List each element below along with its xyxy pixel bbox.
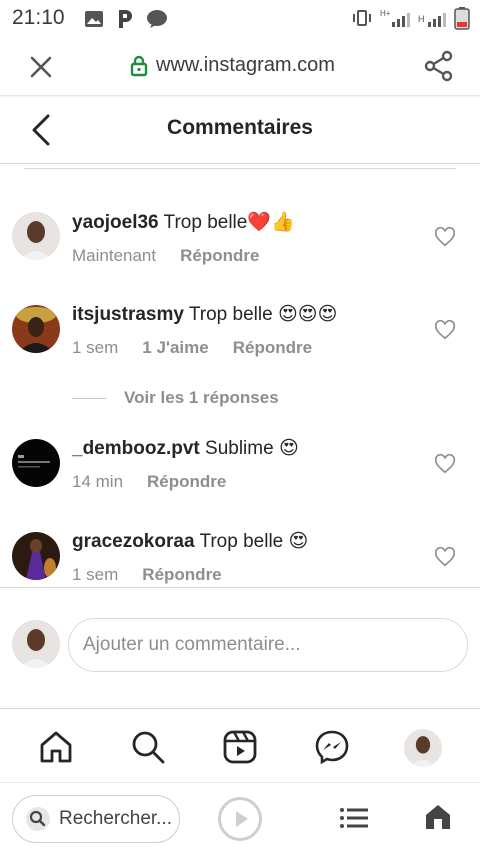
home-icon[interactable] [38,729,74,765]
status-bar: 21:10 H+ H [0,0,480,36]
comment-text: Trop belle 😍 [199,531,309,552]
url-display[interactable]: www.instagram.com [130,54,335,77]
avatar[interactable] [12,532,60,580]
search-icon[interactable] [130,729,166,765]
chat-bubble-icon [147,10,167,28]
comment-input-placeholder: Ajouter un commentaire... [83,634,301,655]
comment-time: 14 min [72,472,124,491]
avatar[interactable] [12,212,60,260]
comment-username[interactable]: _dembooz.pvt [72,438,200,459]
replies-line [72,397,106,399]
composer-divider [0,587,480,588]
comment-text: Sublime 😍 [205,438,299,459]
svg-text:H: H [418,14,425,24]
comment-text: Trop belle 😍😍😍 [188,304,338,325]
search-icon [26,807,50,831]
browser-search-box[interactable]: Rechercher... [12,795,180,843]
comment-time: Maintenant [72,246,157,265]
avatar[interactable] [12,439,60,487]
messenger-icon[interactable] [314,729,350,765]
comment-time: 1 sem [72,565,119,584]
reply-button[interactable]: Répondre [147,472,226,492]
browser-bottom-bar: Rechercher... [0,782,480,854]
close-icon[interactable] [26,52,56,82]
reply-button[interactable]: Répondre [233,338,312,358]
battery-low-icon [454,7,470,30]
signal-h-icon: H [418,13,446,27]
vibrate-icon [353,10,371,26]
comment-username[interactable]: itsjustrasmy [72,304,184,325]
browser-search-label: Rechercher... [59,808,172,829]
lock-icon [130,55,148,76]
comment-text-line: _dembooz.pvt Sublime 😍 [72,437,420,460]
likes-count[interactable]: 1 J'aime [142,338,208,358]
comment-text-line: yaojoel36 Trop belle❤️👍 [72,210,420,234]
tab-bar [0,708,480,782]
page-title: Commentaires [167,116,313,139]
like-heart-icon[interactable] [434,226,456,248]
play-icon [236,811,248,827]
like-heart-icon[interactable] [434,453,456,475]
share-icon[interactable] [424,50,454,82]
svg-text:H+: H+ [380,9,391,18]
caption-divider [24,168,456,169]
comment-username[interactable]: gracezokoraa [72,531,195,552]
browser-home-icon[interactable] [424,803,452,831]
avatar [12,620,60,668]
signal-h-plus-icon: H+ [380,9,410,27]
comments-header: Commentaires [0,96,480,164]
reply-button[interactable]: Répondre [142,565,221,585]
comment-text-line: gracezokoraa Trop belle 😍 [72,530,420,553]
like-heart-icon[interactable] [434,546,456,568]
avatar[interactable] [12,305,60,353]
comment-time: 1 sem [72,338,119,357]
like-heart-icon[interactable] [434,319,456,341]
reply-button[interactable]: Répondre [180,246,259,266]
comment-text-line: itsjustrasmy Trop belle 😍😍😍 [72,303,420,326]
reels-icon[interactable] [222,729,258,765]
parking-app-icon [119,10,132,28]
comment-username[interactable]: yaojoel36 [72,212,159,233]
browser-url-bar: www.instagram.com [0,36,480,96]
comment-input[interactable]: Ajouter un commentaire... [68,618,468,672]
play-button[interactable] [218,797,262,841]
profile-avatar[interactable] [404,729,442,767]
status-time: 21:10 [12,6,65,29]
comment-text: Trop belle❤️👍 [163,212,295,233]
menu-list-icon[interactable] [340,807,368,829]
view-replies-link[interactable]: Voir les 1 réponses [72,388,279,408]
image-icon [85,11,103,27]
view-replies-text[interactable]: Voir les 1 réponses [124,388,279,408]
url-text: www.instagram.com [156,54,335,76]
